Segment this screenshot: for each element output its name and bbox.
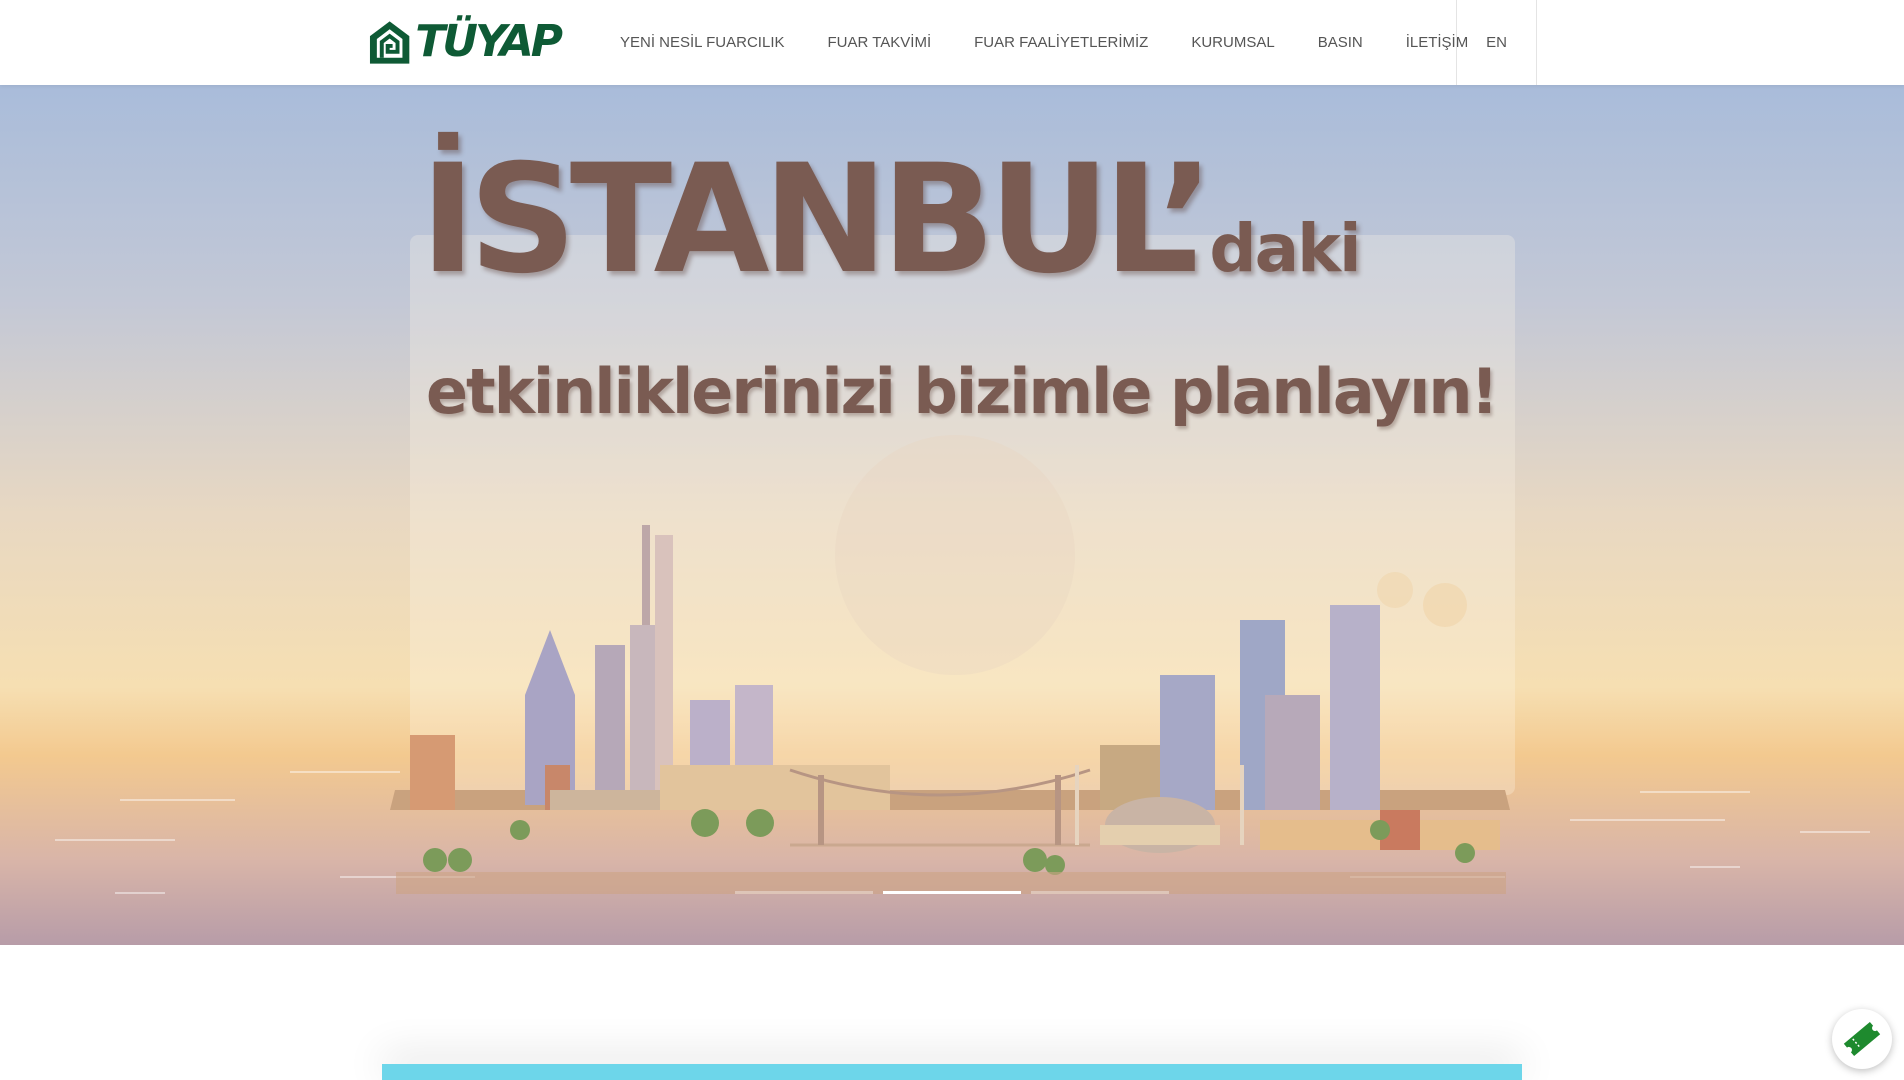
main-nav: YENİ NESİL FUARCILIK FUAR TAKVİMİ FUAR F… [620, 0, 1468, 85]
slider-indicators [0, 891, 1904, 895]
hero-title-suffix: daki [1209, 210, 1361, 287]
hero-slider: İSTANBUL’daki etkinliklerinizi bizimle p… [0, 85, 1904, 945]
slider-dot-2[interactable] [883, 891, 1021, 894]
logo-text: TÜYAP [415, 16, 563, 67]
ticket-button[interactable] [1832, 1009, 1892, 1069]
nav-item-fuar-faaliyetlerimiz[interactable]: FUAR FAALİYETLERİMİZ [974, 34, 1148, 51]
content-card-top [382, 1064, 1522, 1080]
nav-item-kurumsal[interactable]: KURUMSAL [1191, 34, 1274, 51]
tuyap-logo[interactable]: TÜYAP [368, 14, 563, 70]
nav-item-basin[interactable]: BASIN [1318, 34, 1363, 51]
site-header: TÜYAP YENİ NESİL FUARCILIK FUAR TAKVİMİ … [0, 0, 1904, 85]
hero-title-main: İSTANBUL’ [420, 133, 1214, 307]
hero-subtitle: etkinliklerinizi bizimle planlayın! [426, 355, 1499, 428]
nav-item-fuar-takvimi[interactable]: FUAR TAKVİMİ [828, 34, 932, 51]
hero-title: İSTANBUL’daki [420, 145, 1520, 295]
slider-dot-3[interactable] [1031, 891, 1169, 894]
slider-dot-1[interactable] [735, 891, 873, 894]
logo-house-icon [369, 21, 410, 64]
nav-item-yeni-nesil-fuarcilik[interactable]: YENİ NESİL FUARCILIK [620, 34, 785, 51]
ticket-icon [1843, 1021, 1881, 1057]
language-switch[interactable]: EN [1456, 0, 1537, 85]
